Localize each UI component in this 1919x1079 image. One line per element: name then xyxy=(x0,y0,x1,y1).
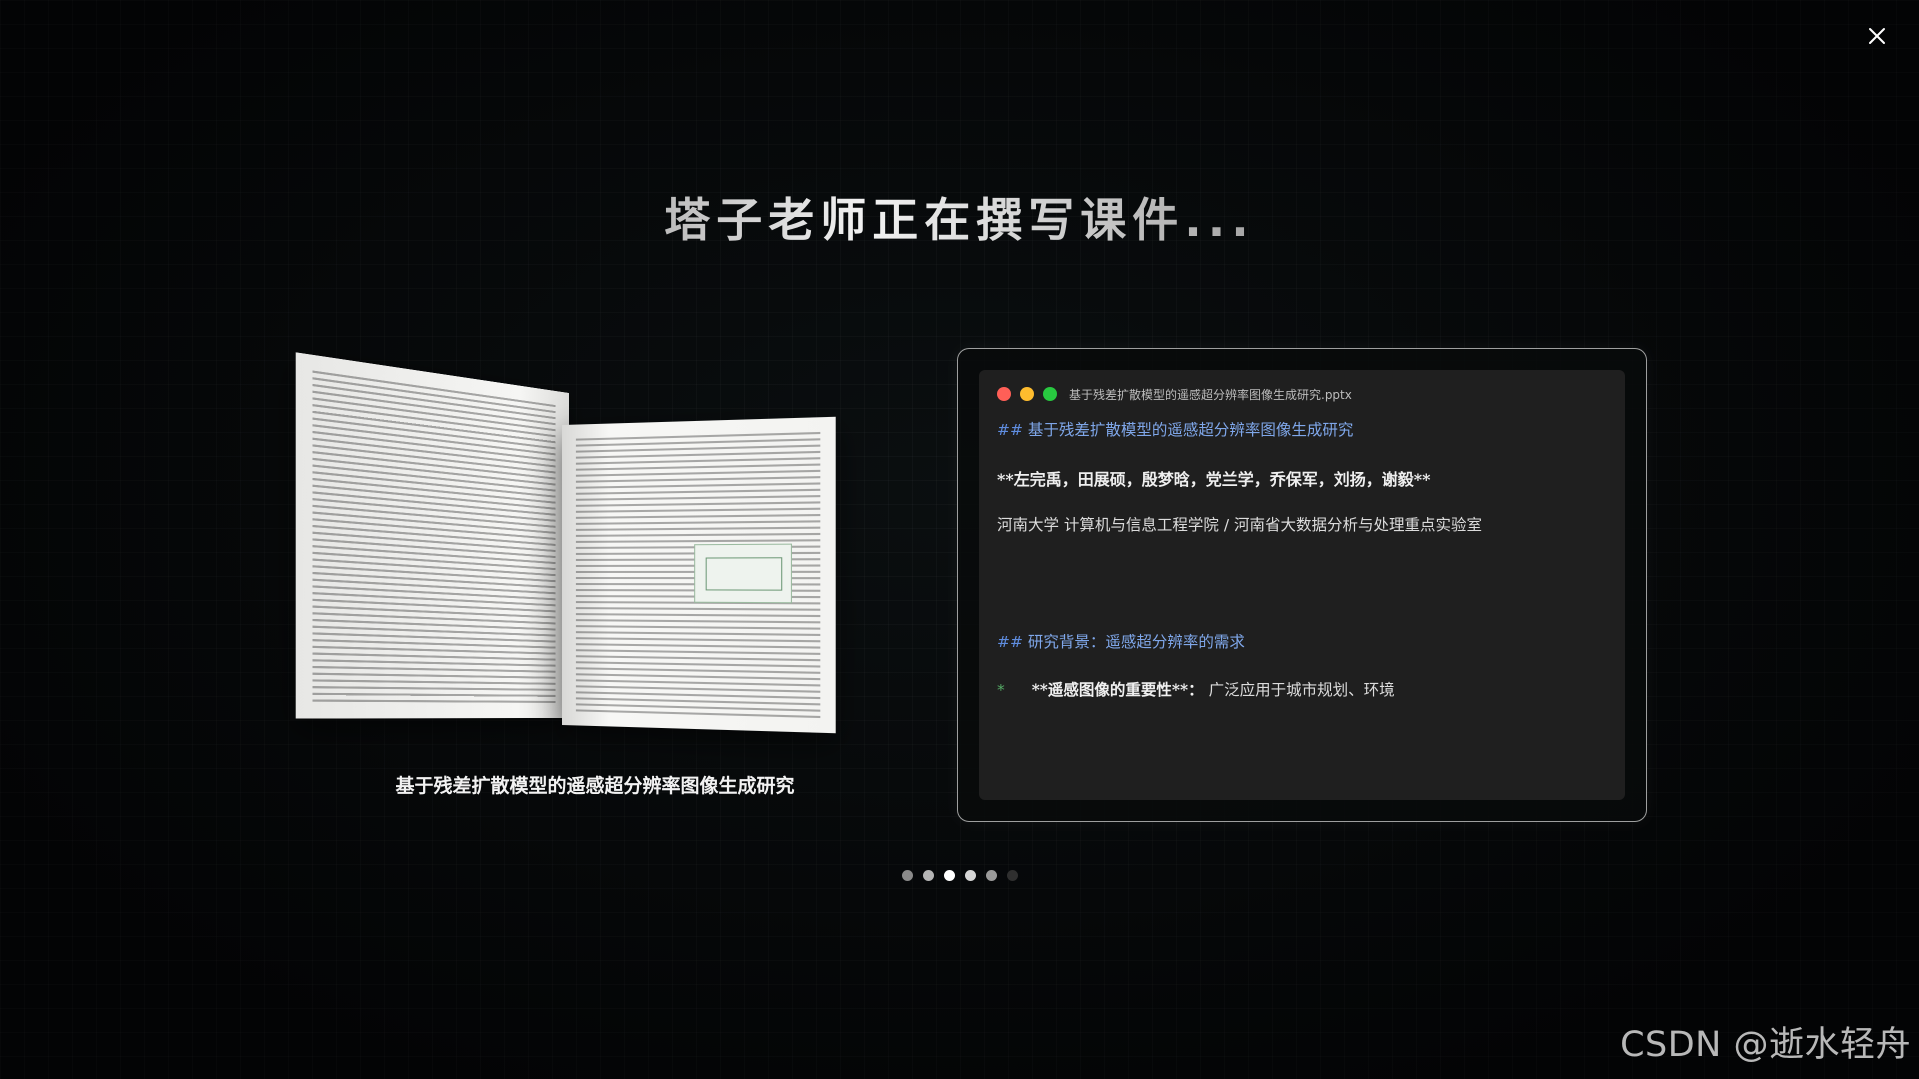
bullet-line: * **遥感图像的重要性**： 广泛应用于城市规划、环境 xyxy=(997,678,1395,700)
paper-preview xyxy=(300,385,840,735)
markdown-heading-2: ## 研究背景：遥感超分辨率的需求 xyxy=(997,630,1245,652)
editor-file-name: 基于残差扩散模型的遥感超分辨率图像生成研究.pptx xyxy=(1069,386,1352,403)
authors-line: **左完禹，田展硕，殷梦晗，党兰学，乔保军，刘扬，谢毅** xyxy=(997,466,1430,490)
markdown-heading-1: ## 基于残差扩散模型的遥感超分辨率图像生成研究 xyxy=(997,418,1353,440)
paper-title-caption: 基于残差扩散模型的遥感超分辨率图像生成研究 xyxy=(300,771,890,798)
pagination-dot[interactable] xyxy=(923,870,934,881)
paper-page-left xyxy=(296,352,569,718)
bullet-marker: * xyxy=(997,681,1005,699)
bullet-text: 广泛应用于城市规划、环境 xyxy=(1209,681,1395,699)
page-title: 塔子老师正在撰写课件... xyxy=(0,184,1919,250)
close-button[interactable] xyxy=(1863,22,1891,50)
pagination-dot[interactable] xyxy=(1007,870,1018,881)
watermark: CSDN @逝水轻舟 xyxy=(1620,1016,1911,1067)
bullet-bold-text: **遥感图像的重要性**： xyxy=(1032,680,1204,699)
paper-page-right xyxy=(562,417,836,733)
heading-text: 基于残差扩散模型的遥感超分辨率图像生成研究 xyxy=(1028,421,1354,439)
heading-marker: ## xyxy=(997,633,1023,651)
pagination-dot[interactable] xyxy=(902,870,913,881)
editor-titlebar: 基于残差扩散模型的遥感超分辨率图像生成研究.pptx xyxy=(997,384,1352,404)
pagination-dot[interactable] xyxy=(986,870,997,881)
heading-text: 研究背景：遥感超分辨率的需求 xyxy=(1028,633,1245,651)
window-minimize-dot xyxy=(1020,387,1034,401)
pagination-dot[interactable] xyxy=(965,870,976,881)
pagination-dots xyxy=(0,870,1919,881)
window-maximize-dot xyxy=(1043,387,1057,401)
close-icon xyxy=(1868,27,1886,45)
slide-preview-frame: 基于残差扩散模型的遥感超分辨率图像生成研究.pptx ## 基于残差扩散模型的遥… xyxy=(957,348,1647,822)
paper-figure xyxy=(694,544,792,604)
window-close-dot xyxy=(997,387,1011,401)
pagination-dot[interactable] xyxy=(944,870,955,881)
affiliation-line: 河南大学 计算机与信息工程学院 / 河南省大数据分析与处理重点实验室 xyxy=(997,513,1482,535)
heading-marker: ## xyxy=(997,421,1023,439)
editor-window: 基于残差扩散模型的遥感超分辨率图像生成研究.pptx ## 基于残差扩散模型的遥… xyxy=(979,370,1625,800)
paper-text-lines xyxy=(313,370,556,703)
